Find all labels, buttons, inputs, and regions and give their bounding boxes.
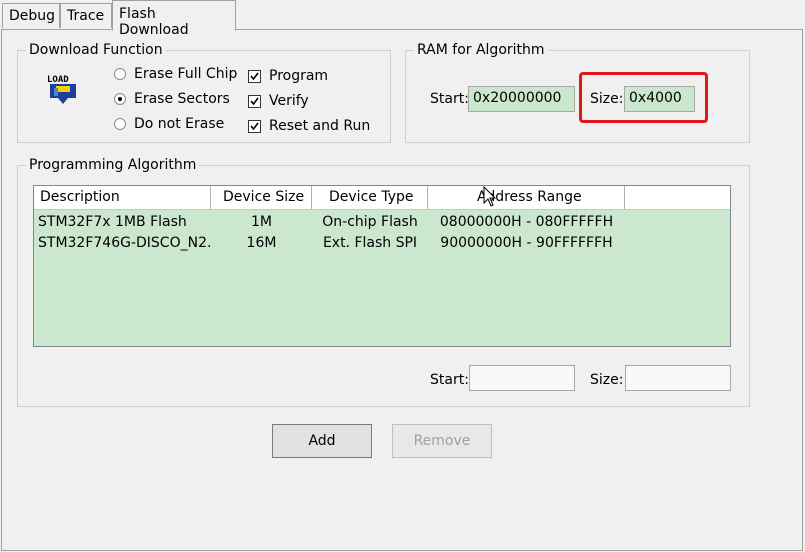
remove-button[interactable]: Remove xyxy=(392,424,492,458)
algorithm-size-label: Size: xyxy=(590,372,624,388)
algorithm-size-field[interactable] xyxy=(625,365,731,391)
checkmark-icon xyxy=(250,72,259,80)
table-row[interactable]: STM32F7x 1MB Flash 1M On-chip Flash 0800… xyxy=(34,212,730,233)
tab-flash-download[interactable]: Flash Download xyxy=(112,0,236,38)
add-button[interactable]: Add xyxy=(272,424,372,458)
cell-device-size: 1M xyxy=(251,214,272,230)
radio-button[interactable] xyxy=(114,118,126,130)
table-header: Description Device Size Device Type Addr… xyxy=(34,186,730,210)
load-icon: LOAD xyxy=(46,72,80,106)
cell-address-range: 08000000H - 080FFFFFH xyxy=(439,214,614,230)
program-checkbox-row[interactable]: Program xyxy=(248,66,328,86)
reset-and-run-checkbox-row[interactable]: Reset and Run xyxy=(248,116,370,136)
tab-label: Flash Download xyxy=(119,6,189,38)
mouse-cursor-icon xyxy=(483,185,499,208)
column-header-description[interactable]: Description xyxy=(34,186,211,209)
size-highlight-box xyxy=(579,72,708,123)
tab-label: Trace xyxy=(67,8,105,24)
cell-description: STM32F7x 1MB Flash xyxy=(38,214,187,230)
checkmark-icon xyxy=(250,97,259,105)
algorithm-start-field[interactable] xyxy=(469,365,575,391)
do-not-erase-label: Do not Erase xyxy=(134,116,225,132)
ram-for-algorithm-title: RAM for Algorithm xyxy=(414,41,548,59)
erase-sectors-option[interactable]: Erase Sectors xyxy=(114,89,230,109)
radio-button-selected[interactable] xyxy=(114,93,126,105)
download-function-title: Download Function xyxy=(26,41,166,59)
erase-sectors-label: Erase Sectors xyxy=(134,91,230,107)
reset-and-run-checkbox[interactable] xyxy=(248,119,261,133)
erase-full-chip-label: Erase Full Chip xyxy=(134,66,238,82)
reset-and-run-label: Reset and Run xyxy=(269,118,371,134)
programming-algorithm-title: Programming Algorithm xyxy=(26,156,200,174)
cell-address-range: 90000000H - 90FFFFFFH xyxy=(440,235,613,251)
tab-debug[interactable]: Debug xyxy=(2,3,60,28)
tab-bar: Debug Trace Flash Download xyxy=(0,0,805,38)
cell-device-size: 16M xyxy=(246,235,277,251)
do-not-erase-option[interactable]: Do not Erase xyxy=(114,114,224,134)
cell-description: STM32F746G-DISCO_N2... xyxy=(38,235,210,251)
verify-checkbox[interactable] xyxy=(248,94,261,108)
verify-label: Verify xyxy=(269,93,309,109)
table-row[interactable]: STM32F746G-DISCO_N2... 16M Ext. Flash SP… xyxy=(34,233,730,254)
algorithm-table[interactable]: Description Device Size Device Type Addr… xyxy=(33,185,731,347)
cell-device-type: Ext. Flash SPI xyxy=(322,235,418,251)
radio-button[interactable] xyxy=(114,68,126,80)
column-header-address-range[interactable]: Address Range xyxy=(428,186,625,209)
checkmark-icon xyxy=(250,122,259,130)
program-label: Program xyxy=(269,68,329,84)
load-icon-text: LOAD xyxy=(47,75,69,85)
erase-full-chip-option[interactable]: Erase Full Chip xyxy=(114,64,237,84)
program-checkbox[interactable] xyxy=(248,69,261,83)
ram-start-field[interactable]: 0x20000000 xyxy=(468,86,575,112)
verify-checkbox-row[interactable]: Verify xyxy=(248,91,309,111)
cell-device-type: On-chip Flash xyxy=(322,214,418,230)
column-header-device-type[interactable]: Device Type xyxy=(312,186,428,209)
ram-start-label: Start: xyxy=(430,91,469,107)
tab-label: Debug xyxy=(9,8,56,24)
algorithm-start-label: Start: xyxy=(430,372,469,388)
tab-trace[interactable]: Trace xyxy=(60,3,112,28)
column-header-device-size[interactable]: Device Size xyxy=(211,186,312,209)
